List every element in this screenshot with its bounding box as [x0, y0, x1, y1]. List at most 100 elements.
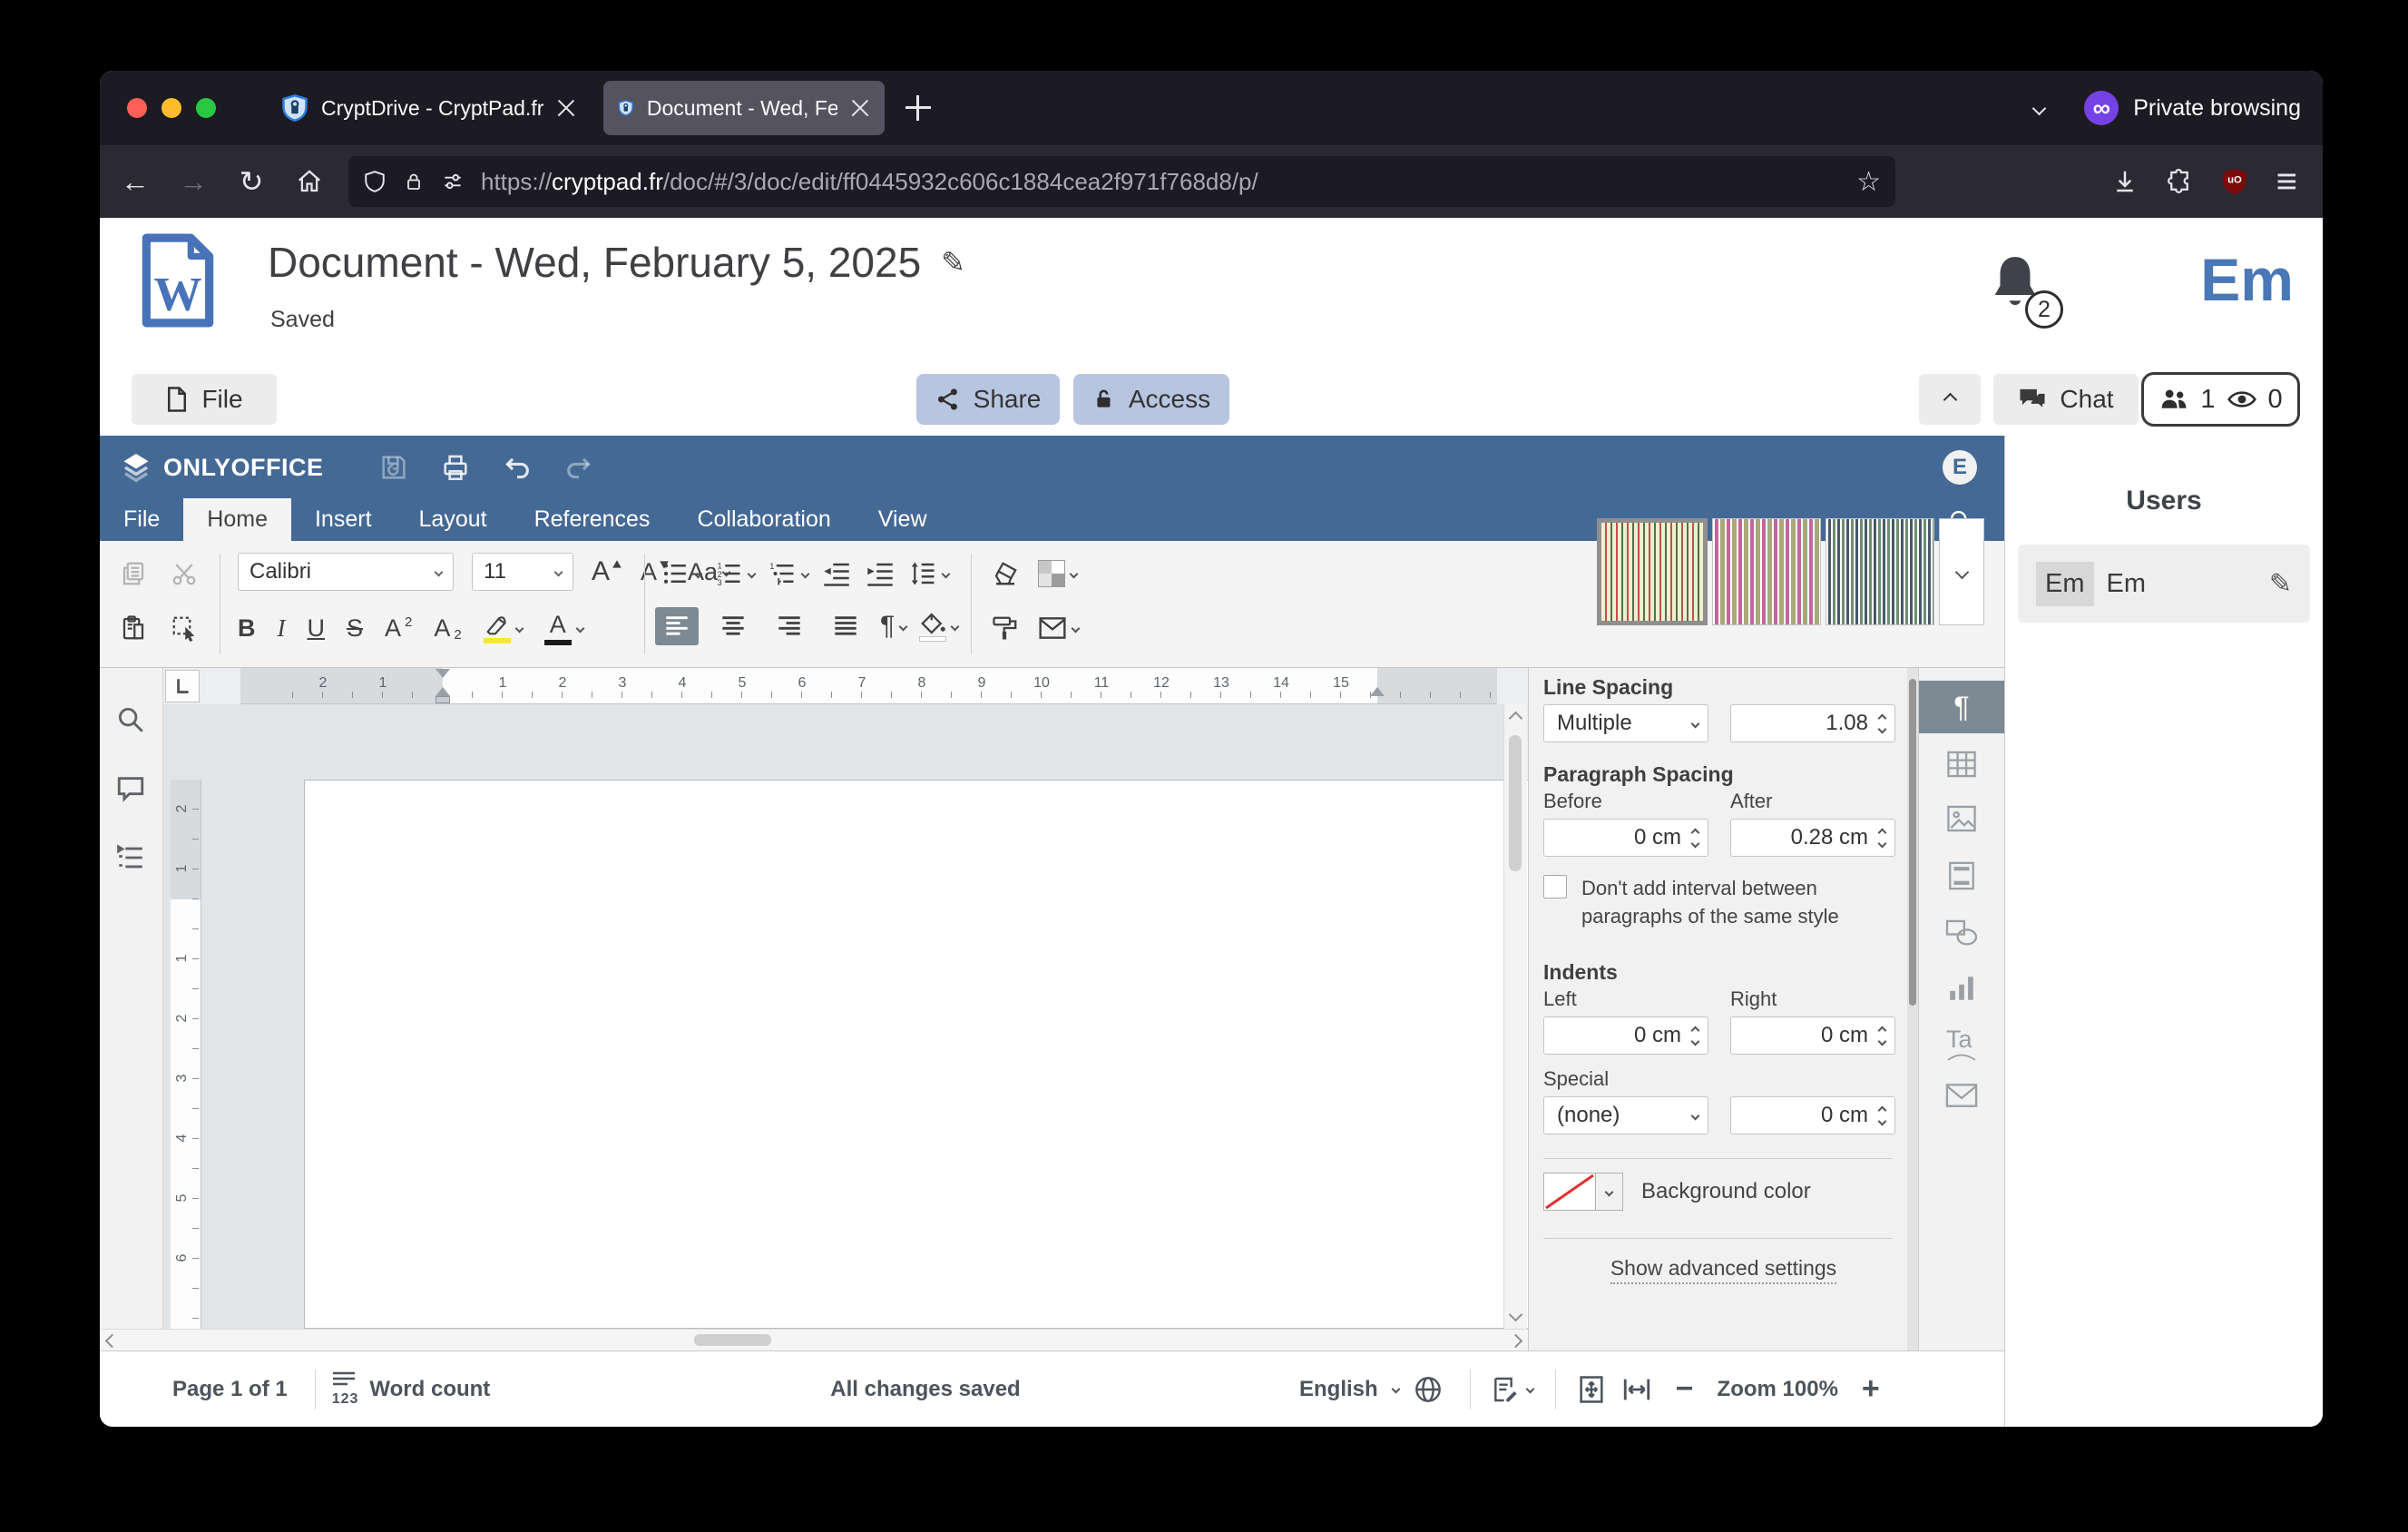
editor-user-badge[interactable]: E: [1943, 450, 1977, 485]
increase-indent-button[interactable]: [865, 560, 896, 587]
edit-user-pencil-icon[interactable]: ✎: [2269, 568, 2292, 600]
spell-checking-button[interactable]: [1491, 1375, 1533, 1404]
account-avatar[interactable]: Em: [2200, 245, 2294, 314]
indent-left-spinner[interactable]: 0 cm: [1543, 1016, 1708, 1055]
left-indent-marker[interactable]: [436, 696, 450, 703]
align-center-button[interactable]: [711, 607, 755, 645]
find-button[interactable]: [115, 704, 146, 735]
vertical-ruler[interactable]: 2 1 1 2 3 4 5 6: [171, 780, 201, 1329]
bold-button[interactable]: B: [238, 614, 256, 643]
ublock-button[interactable]: uO: [2220, 167, 2249, 196]
fit-page-button[interactable]: [1576, 1374, 1607, 1405]
redo-icon[interactable]: [563, 452, 594, 483]
decrease-indent-button[interactable]: [821, 560, 852, 587]
lock-icon[interactable]: [403, 169, 425, 194]
menu-home[interactable]: Home: [183, 498, 291, 541]
reload-button[interactable]: ↻: [229, 159, 274, 204]
macos-window-controls[interactable]: [127, 98, 216, 118]
select-all-icon[interactable]: [171, 614, 198, 642]
word-count-button[interactable]: 123 Word count: [332, 1371, 491, 1408]
line-spacing-value-spinner[interactable]: 1.08: [1730, 704, 1895, 742]
numbered-list-button[interactable]: 123: [714, 560, 755, 587]
paragraph-style-normal[interactable]: [1597, 518, 1708, 625]
paste-icon[interactable]: [120, 614, 147, 642]
shape-settings-tab[interactable]: [1944, 918, 1979, 948]
copy-style-button[interactable]: [991, 614, 1020, 642]
zoom-out-button[interactable]: −: [1676, 1371, 1694, 1407]
copy-icon[interactable]: [120, 560, 147, 587]
highlight-color-button[interactable]: [484, 614, 523, 643]
line-spacing-button[interactable]: [908, 560, 949, 587]
comments-button[interactable]: [115, 773, 146, 804]
user-list-item[interactable]: Em Em ✎: [2018, 545, 2310, 623]
background-color-dropdown[interactable]: [1596, 1173, 1623, 1211]
rename-pencil-icon[interactable]: ✎: [941, 245, 965, 280]
save-icon[interactable]: [378, 452, 409, 483]
notifications-button[interactable]: 2: [1987, 252, 2051, 325]
tab-document-active[interactable]: Document - Wed, February 5, 2025: [603, 81, 885, 135]
permissions-icon[interactable]: [441, 169, 465, 194]
align-left-button[interactable]: [655, 607, 699, 645]
justify-button[interactable]: [824, 607, 867, 645]
shading-color-button[interactable]: [1038, 560, 1077, 587]
paragraph-style-heading[interactable]: [1826, 518, 1934, 625]
panel-scroll-thumb[interactable]: [1909, 679, 1916, 1006]
font-name-select[interactable]: Calibri: [238, 553, 454, 591]
list-all-tabs-icon[interactable]: [2032, 101, 2047, 115]
page-canvas[interactable]: [163, 704, 1503, 1329]
forward-button[interactable]: →: [171, 159, 216, 204]
interval-checkbox[interactable]: [1543, 875, 1567, 899]
back-button[interactable]: ←: [113, 159, 158, 204]
bookmark-star-icon[interactable]: ☆: [1856, 166, 1881, 198]
line-spacing-select[interactable]: Multiple: [1543, 704, 1708, 742]
undo-icon[interactable]: [502, 452, 533, 483]
paragraph-shading-button[interactable]: [919, 612, 958, 642]
chat-button[interactable]: Chat: [1993, 374, 2139, 425]
menu-file[interactable]: File: [100, 498, 183, 541]
special-amount-spinner[interactable]: 0 cm: [1730, 1096, 1895, 1134]
mail-merge-button[interactable]: [1038, 615, 1079, 641]
set-language-globe-button[interactable]: [1414, 1375, 1443, 1404]
subscript-button[interactable]: A2: [434, 614, 461, 643]
scroll-up-arrow[interactable]: [1509, 712, 1523, 726]
file-menu-button[interactable]: File: [132, 374, 277, 425]
tab-cryptdrive[interactable]: CryptDrive - CryptPad.fr: [267, 81, 591, 135]
access-button[interactable]: Access: [1073, 374, 1229, 425]
tracking-shield-icon[interactable]: [363, 169, 387, 194]
bullet-list-button[interactable]: [661, 560, 701, 587]
paragraph-style-no-spacing[interactable]: [1712, 518, 1821, 625]
advanced-settings-link[interactable]: Show advanced settings: [1610, 1256, 1836, 1284]
minimize-window-button[interactable]: [162, 98, 181, 118]
mail-merge-settings-tab[interactable]: [1944, 1082, 1979, 1109]
table-settings-tab[interactable]: [1945, 750, 1978, 779]
menu-view[interactable]: View: [855, 498, 951, 541]
first-line-indent-marker[interactable]: [436, 669, 450, 678]
special-select[interactable]: (none): [1543, 1096, 1708, 1134]
increase-font-button[interactable]: A: [592, 556, 622, 587]
header-footer-settings-tab[interactable]: [1946, 860, 1977, 891]
align-right-button[interactable]: [768, 607, 811, 645]
scroll-left-arrow[interactable]: [105, 1334, 120, 1349]
paragraph-settings-tab[interactable]: ¶: [1919, 681, 2004, 733]
background-color-swatch[interactable]: [1543, 1173, 1596, 1211]
language-selector[interactable]: English: [1299, 1377, 1378, 1402]
zoom-in-button[interactable]: +: [1862, 1371, 1880, 1407]
right-indent-marker[interactable]: [1370, 687, 1385, 696]
indent-right-spinner[interactable]: 0 cm: [1730, 1016, 1895, 1055]
navigation-button[interactable]: [115, 842, 146, 873]
collapse-toolbar-button[interactable]: [1919, 374, 1981, 425]
document-title[interactable]: Document - Wed, February 5, 2025: [268, 238, 921, 287]
menu-collaboration[interactable]: Collaboration: [673, 498, 854, 541]
horizontal-ruler[interactable]: 2 1 1 2 3 4 5 6 7 8 9 10 11 12 13 14 15: [240, 668, 1497, 704]
zoom-level-indicator[interactable]: Zoom 100%: [1718, 1377, 1838, 1402]
chart-settings-tab[interactable]: [1946, 973, 1977, 1004]
strikeout-button[interactable]: S: [347, 614, 363, 643]
tab-close-icon[interactable]: [850, 98, 870, 118]
downloads-icon[interactable]: [2111, 168, 2139, 195]
image-settings-tab[interactable]: [1945, 804, 1978, 833]
vertical-scroll-thumb[interactable]: [1509, 735, 1522, 871]
font-color-button[interactable]: A: [544, 611, 583, 645]
menu-layout[interactable]: Layout: [396, 498, 511, 541]
spacing-after-spinner[interactable]: 0.28 cm: [1730, 819, 1895, 857]
scroll-down-arrow[interactable]: [1509, 1308, 1523, 1322]
